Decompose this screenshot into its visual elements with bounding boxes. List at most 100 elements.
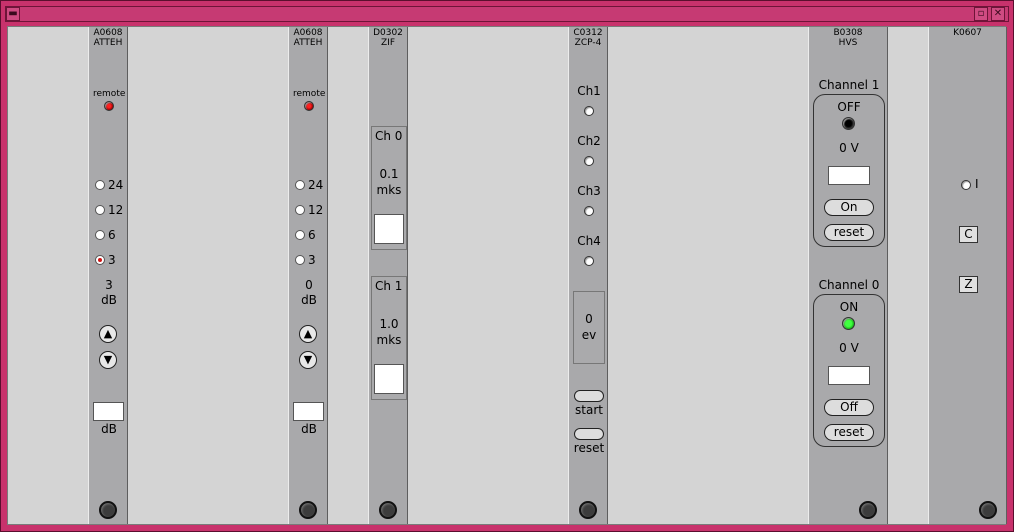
i-label: I	[975, 177, 979, 191]
counter-panel: 0 ev	[573, 291, 605, 364]
z-button[interactable]: Z	[959, 276, 978, 293]
channel1-group: OFF 0 V On reset	[813, 94, 885, 247]
start-button[interactable]	[574, 390, 604, 402]
ch1-input[interactable]	[374, 364, 404, 394]
option-label-6: 6	[108, 228, 116, 242]
option-label-12: 12	[308, 203, 324, 217]
channel-label-4: Ch4	[577, 234, 601, 248]
start-label: start	[575, 403, 603, 417]
input-unit: dB	[301, 422, 317, 436]
input-unit: dB	[101, 422, 117, 436]
reset-button[interactable]	[574, 428, 604, 440]
arrow-down-button[interactable]: ▼	[299, 351, 317, 369]
atten-value: 0	[305, 278, 313, 292]
remote-led	[304, 101, 314, 111]
close-icon[interactable]: ✕	[991, 7, 1005, 21]
channel-led-3	[584, 206, 594, 216]
ch0-label: Ch 0	[375, 129, 403, 143]
channel-led-4	[584, 256, 594, 266]
remote-label: remote	[293, 89, 326, 99]
channel0-group: ON 0 V Off reset	[813, 294, 885, 447]
channel0-input[interactable]	[828, 366, 870, 385]
ch1-label: Ch 1	[375, 279, 403, 293]
module-screw-icon	[99, 501, 117, 519]
module-code: K0607	[953, 28, 982, 38]
channel1-voltage: 0 V	[839, 141, 859, 155]
i-led	[961, 180, 971, 190]
option-label-24: 24	[308, 178, 324, 192]
channel0-voltage: 0 V	[839, 341, 859, 355]
radio-12[interactable]	[95, 205, 105, 215]
ch0-unit: mks	[376, 183, 402, 197]
module-screw-icon	[579, 501, 597, 519]
module-screw-icon	[299, 501, 317, 519]
radio-6[interactable]	[95, 230, 105, 240]
channel-led-1	[584, 106, 594, 116]
arrow-up-button[interactable]: ▲	[299, 325, 317, 343]
minimize-icon[interactable]: ▬	[6, 7, 20, 21]
channel0-reset-button[interactable]: reset	[824, 424, 874, 441]
module-k0607: K0607 I C Z	[928, 27, 1007, 524]
reset-label: reset	[573, 441, 605, 455]
channel1-input[interactable]	[828, 166, 870, 185]
atten-unit: dB	[101, 293, 117, 307]
ch1-unit: mks	[376, 333, 402, 347]
module-code: A0608 ATTEH	[293, 28, 323, 48]
radio-3[interactable]	[295, 255, 305, 265]
channel-label-3: Ch3	[577, 184, 601, 198]
module-code: A0608 ATTEH	[93, 28, 123, 48]
arrow-down-button[interactable]: ▼	[99, 351, 117, 369]
module-hvs: B0308 HVS Channel 1 OFF 0 V On reset Chan…	[808, 27, 888, 524]
module-zcp: C0312 ZCP-4 Ch1 Ch2 Ch3 Ch4 0 ev start re…	[568, 27, 608, 524]
c-button[interactable]: C	[959, 226, 978, 243]
application-window: ▬ ▫ ✕ A0608 ATTEH remote 24 12 6 3 3 dB ▲…	[0, 0, 1014, 532]
title-bar[interactable]: ▬ ▫ ✕	[5, 6, 1009, 22]
option-label-24: 24	[108, 178, 124, 192]
channel1-reset-button[interactable]: reset	[824, 224, 874, 241]
maximize-icon[interactable]: ▫	[974, 7, 988, 21]
channel1-on-button[interactable]: On	[824, 199, 874, 216]
remote-label: remote	[93, 89, 126, 99]
option-label-12: 12	[108, 203, 124, 217]
remote-led	[104, 101, 114, 111]
module-screw-icon	[859, 501, 877, 519]
module-screw-icon	[379, 501, 397, 519]
module-atten-2: A0608 ATTEH remote 24 12 6 3 0 dB ▲ ▼ dB	[288, 27, 328, 524]
channel-label-2: Ch2	[577, 134, 601, 148]
channel0-state: ON	[839, 300, 859, 314]
module-zif: D0302 ZIF Ch 0 0.1 mks Ch 1 1.0 mks	[368, 27, 408, 524]
radio-6[interactable]	[295, 230, 305, 240]
option-label-3: 3	[108, 253, 116, 267]
option-label-3: 3	[308, 253, 316, 267]
channel1-title: Channel 1	[818, 78, 880, 92]
module-code: C0312 ZCP-4	[573, 28, 603, 48]
module-atten-1: A0608 ATTEH remote 24 12 6 3 3 dB ▲ ▼ dB	[88, 27, 128, 524]
module-screw-icon	[979, 501, 997, 519]
ch1-panel: Ch 1 1.0 mks	[371, 276, 407, 400]
ch1-value: 1.0	[379, 317, 399, 331]
option-label-6: 6	[308, 228, 316, 242]
channel0-led	[842, 317, 855, 330]
ch0-input[interactable]	[374, 214, 404, 244]
channel-label-1: Ch1	[577, 84, 601, 98]
atten-value: 3	[105, 278, 113, 292]
channel0-off-button[interactable]: Off	[824, 399, 874, 416]
ch0-value: 0.1	[379, 167, 399, 181]
channel-led-2	[584, 156, 594, 166]
radio-24[interactable]	[95, 180, 105, 190]
channel1-state: OFF	[837, 100, 861, 114]
module-code: B0308 HVS	[833, 28, 863, 48]
module-code: D0302 ZIF	[373, 28, 403, 48]
atten-input[interactable]	[293, 402, 324, 421]
channel1-led	[842, 117, 855, 130]
ch0-panel: Ch 0 0.1 mks	[371, 126, 407, 250]
crate-panel: A0608 ATTEH remote 24 12 6 3 3 dB ▲ ▼ dB …	[7, 26, 1007, 525]
radio-3[interactable]	[95, 255, 105, 265]
radio-12[interactable]	[295, 205, 305, 215]
arrow-up-button[interactable]: ▲	[99, 325, 117, 343]
channel0-title: Channel 0	[818, 278, 880, 292]
radio-24[interactable]	[295, 180, 305, 190]
atten-input[interactable]	[93, 402, 124, 421]
atten-unit: dB	[301, 293, 317, 307]
counter-unit: ev	[581, 328, 597, 342]
